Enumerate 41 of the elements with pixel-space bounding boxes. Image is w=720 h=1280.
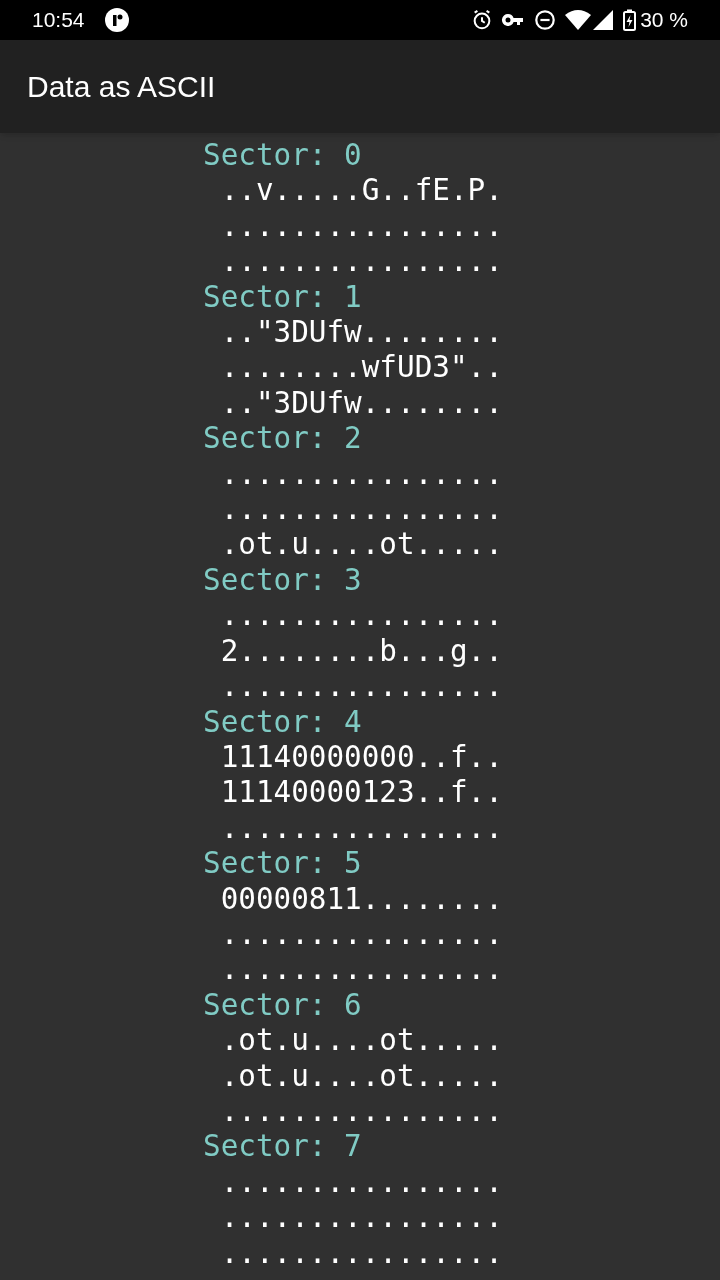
sector-heading: Sector: 0 <box>203 138 362 174</box>
sector-heading: Sector: 4 <box>203 704 362 740</box>
data-line: ................ <box>220 810 503 847</box>
data-line: 2........b...g.. <box>220 633 503 670</box>
data-line: ................ <box>220 456 503 493</box>
data-line: .."3DUfw........ <box>220 385 503 422</box>
signal-icon <box>593 10 614 30</box>
data-line: ................ <box>220 244 503 280</box>
data-line: 11140000123..f.. <box>220 775 503 811</box>
data-line: 11140000000..f.. <box>220 739 503 776</box>
do-not-disturb-icon <box>534 9 557 31</box>
data-line: .ot.u....ot..... <box>220 527 503 563</box>
data-line: ................ <box>220 1164 503 1201</box>
sector-heading: Sector: 3 <box>203 562 362 599</box>
data-line: .ot.u....ot..... <box>220 1023 503 1059</box>
wifi-icon <box>565 10 592 30</box>
data-line: ................ <box>220 916 503 953</box>
data-line: ........wfUD3".. <box>220 350 503 386</box>
sector-heading: Sector: 7 <box>203 1129 362 1165</box>
sector-heading: Sector: 2 <box>203 421 362 457</box>
sector-heading: Sector: 5 <box>203 846 362 882</box>
notification-icon <box>104 8 129 32</box>
data-line: ..v.....G..fE.P. <box>220 173 503 209</box>
data-line: .."3DUfw........ <box>220 315 503 351</box>
clock-time: 10:54 <box>32 7 85 34</box>
data-line: ................ <box>220 952 503 988</box>
data-line: ................ <box>220 1200 503 1236</box>
battery-icon <box>623 9 637 31</box>
data-line: ................ <box>220 598 503 634</box>
app-title: Data as ASCII <box>27 69 216 105</box>
data-line: ................ <box>220 492 503 528</box>
key-icon <box>501 12 526 28</box>
data-line: .ot.u....ot..... <box>220 1058 503 1094</box>
data-line: ................ <box>220 669 503 705</box>
data-line: ................ <box>220 1093 503 1130</box>
sector-heading: Sector: 1 <box>203 279 362 316</box>
data-line: 00000811........ <box>220 881 503 917</box>
data-line: ................ <box>220 208 503 245</box>
sector-heading: Sector: 6 <box>203 987 362 1024</box>
data-line: ................ <box>220 1235 503 1271</box>
battery-percentage: 30 % <box>640 7 688 34</box>
